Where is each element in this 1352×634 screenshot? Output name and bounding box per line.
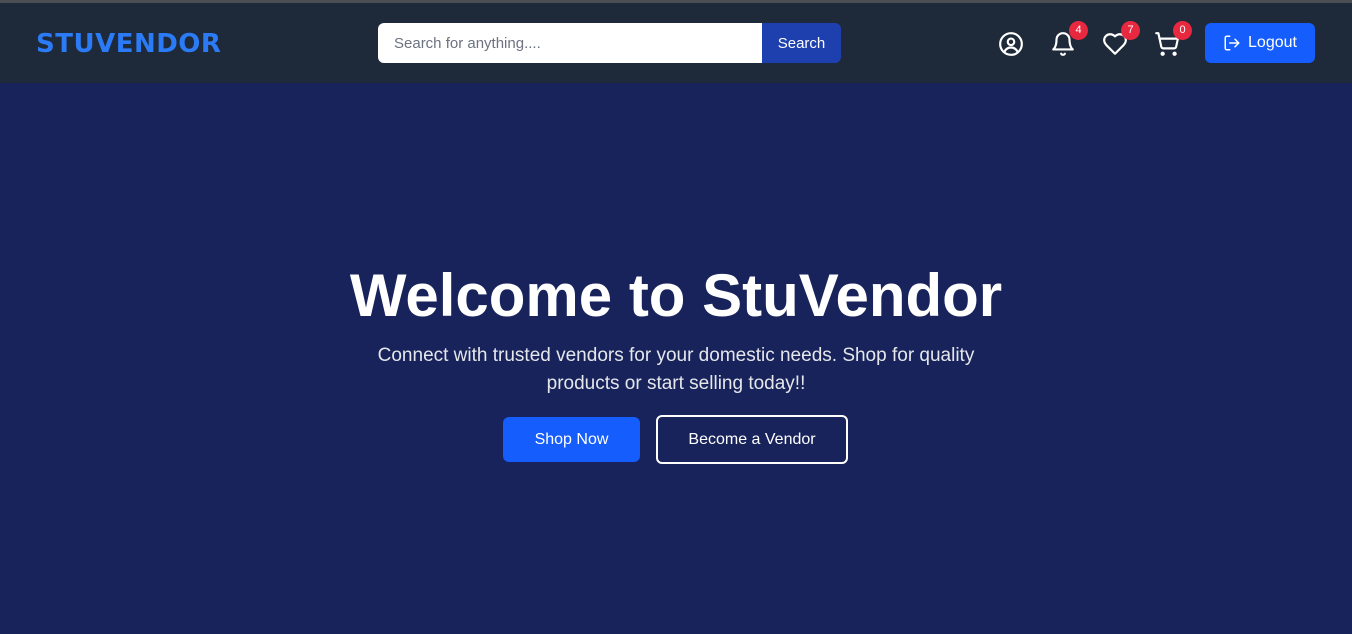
- wishlist-badge: 7: [1121, 21, 1140, 40]
- hero-section: Welcome to StuVendor Connect with truste…: [0, 83, 1352, 634]
- brand-logo[interactable]: STUVENDOR: [36, 28, 221, 60]
- wishlist-button[interactable]: 7: [1101, 21, 1140, 58]
- become-vendor-button[interactable]: Become a Vendor: [656, 415, 848, 464]
- search-button[interactable]: Search: [762, 23, 841, 63]
- search-input[interactable]: [378, 23, 762, 63]
- logout-button[interactable]: Logout: [1205, 23, 1315, 63]
- notifications-button[interactable]: 4: [1049, 21, 1088, 58]
- hero-title: Welcome to StuVendor: [349, 262, 1003, 329]
- shop-now-button[interactable]: Shop Now: [503, 417, 640, 462]
- cart-badge: 0: [1173, 21, 1192, 40]
- search-bar: Search: [378, 23, 841, 63]
- account-button[interactable]: [997, 30, 1025, 58]
- logout-label: Logout: [1248, 34, 1297, 51]
- navbar: STUVENDOR Search 4 7 0: [0, 3, 1352, 83]
- notifications-badge: 4: [1069, 21, 1088, 40]
- logout-icon: [1224, 35, 1240, 51]
- user-icon: [999, 32, 1023, 56]
- cart-button[interactable]: 0: [1153, 21, 1192, 58]
- hero-subtitle: Connect with trusted vendors for your do…: [377, 345, 975, 394]
